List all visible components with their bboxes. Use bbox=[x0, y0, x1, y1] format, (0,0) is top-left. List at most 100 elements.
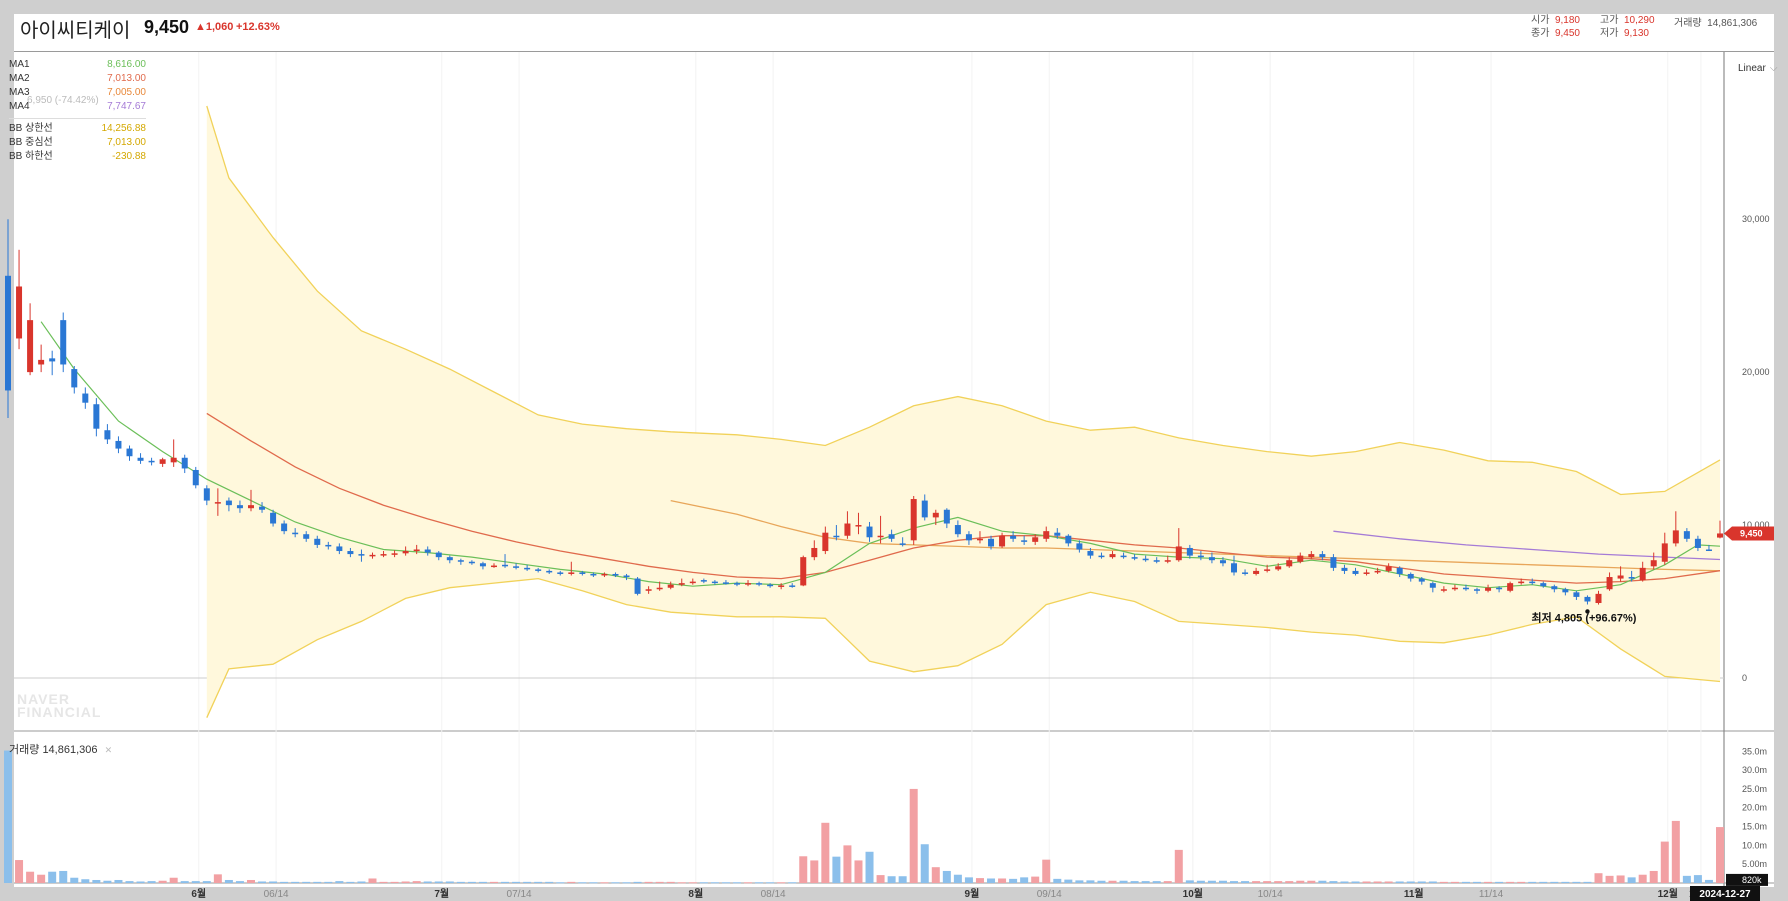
volume-value: 14,861,306 bbox=[1707, 18, 1758, 29]
volume-tick-label: 20.0m bbox=[1742, 803, 1767, 813]
volume-bar bbox=[235, 881, 244, 883]
volume-bar bbox=[1009, 878, 1018, 883]
candle-body bbox=[1496, 587, 1503, 590]
bb-upper-label: BB 상한선 bbox=[9, 123, 53, 134]
candle-body bbox=[1407, 573, 1414, 579]
volume-bar bbox=[821, 822, 830, 883]
candle-body bbox=[137, 457, 144, 461]
volume-bar bbox=[942, 870, 951, 883]
candle-body bbox=[5, 275, 11, 391]
candle-body bbox=[767, 584, 774, 587]
volume-bar bbox=[567, 881, 576, 883]
open-value: 9,180 bbox=[1554, 15, 1580, 26]
volume-bar bbox=[1119, 880, 1128, 883]
volume-bar bbox=[622, 882, 631, 884]
volume-bar bbox=[1682, 875, 1691, 883]
candle-body bbox=[1672, 530, 1679, 544]
close-icon[interactable]: ✕ bbox=[105, 745, 113, 755]
candle-body bbox=[446, 557, 453, 561]
volume-bar bbox=[1318, 880, 1327, 883]
candle-body bbox=[579, 572, 586, 574]
candle-body bbox=[800, 557, 807, 586]
candle-body bbox=[259, 506, 266, 510]
volume-bar bbox=[246, 879, 255, 883]
candle-body bbox=[1308, 554, 1315, 558]
x-tick-label: 7월 bbox=[434, 888, 449, 900]
last-price-tag-label: 9,450 bbox=[1740, 528, 1763, 538]
volume-bar bbox=[368, 878, 377, 883]
volume-bar bbox=[1196, 880, 1205, 883]
candle-body bbox=[281, 523, 288, 532]
candle-body bbox=[1021, 540, 1028, 542]
volume-bar bbox=[1716, 827, 1724, 883]
x-tick-label: 09/14 bbox=[1037, 889, 1062, 900]
x-tick-label: 11/14 bbox=[1479, 889, 1504, 900]
volume-bar bbox=[1384, 881, 1393, 883]
candle-body bbox=[1253, 570, 1260, 574]
volume-bar bbox=[1605, 875, 1614, 883]
volume-bar bbox=[534, 881, 543, 883]
volume-bar bbox=[1627, 877, 1636, 883]
candle-body bbox=[1628, 577, 1635, 579]
candle-body bbox=[623, 575, 630, 578]
volume-bar bbox=[1130, 881, 1139, 883]
candle-body bbox=[1208, 557, 1215, 561]
candle-body bbox=[1485, 587, 1492, 591]
volume-bar bbox=[1638, 874, 1647, 883]
candle-body bbox=[932, 512, 939, 518]
bollinger-band-fill bbox=[206, 106, 1720, 718]
candle-body bbox=[270, 512, 277, 524]
scale-toggle-button[interactable]: Linear ⌵ bbox=[1738, 63, 1777, 74]
volume-bar bbox=[26, 871, 35, 883]
volume-tick-label: 10.0m bbox=[1742, 840, 1767, 850]
candle-body bbox=[1650, 560, 1657, 567]
candle-body bbox=[479, 563, 486, 567]
candle-body bbox=[1551, 586, 1558, 590]
volume-bar bbox=[114, 879, 123, 883]
candle-body bbox=[1363, 572, 1370, 574]
volume-bar bbox=[269, 881, 278, 883]
candle-body bbox=[1010, 535, 1017, 539]
candle-body bbox=[1098, 555, 1105, 558]
volume-bar bbox=[699, 882, 708, 884]
volume-bar bbox=[280, 881, 289, 883]
legend-ma1: MA1 8,616.00 bbox=[9, 58, 146, 72]
y-tick-label: 0 bbox=[1742, 673, 1747, 683]
candle-body bbox=[976, 538, 983, 541]
candle-body bbox=[568, 572, 575, 574]
candle-body bbox=[1462, 587, 1469, 590]
volume-bar bbox=[1550, 881, 1559, 883]
volume-tick-label: 35.0m bbox=[1742, 746, 1767, 756]
low-value: 9,130 bbox=[1623, 28, 1649, 39]
candle-body bbox=[1142, 558, 1149, 561]
candle-body bbox=[27, 320, 34, 373]
candle-body bbox=[590, 573, 597, 576]
volume-bar bbox=[655, 881, 664, 883]
y-tick-label: 20,000 bbox=[1742, 367, 1770, 377]
candle-body bbox=[380, 554, 387, 556]
volume-bar bbox=[1362, 881, 1371, 883]
candle-body bbox=[159, 459, 166, 464]
volume-bar bbox=[744, 882, 753, 884]
candle-body bbox=[325, 544, 332, 547]
volume-bar bbox=[644, 881, 653, 883]
volume-bar bbox=[887, 876, 896, 883]
volume-bar bbox=[81, 879, 90, 883]
ma1-value: 8,616.00 bbox=[107, 59, 146, 70]
volume-bar bbox=[1517, 881, 1526, 883]
candle-body bbox=[645, 589, 652, 591]
legend-bb-upper: BB 상한선 14,256.88 bbox=[9, 122, 146, 136]
candle-body bbox=[225, 500, 232, 506]
ma2-value: 7,013.00 bbox=[107, 73, 146, 84]
volume-bar bbox=[1263, 881, 1272, 883]
candle-body bbox=[214, 502, 221, 504]
high-value: 10,290 bbox=[1623, 15, 1655, 26]
candle-body bbox=[778, 585, 785, 587]
volume-bar bbox=[666, 881, 675, 883]
candle-body bbox=[1131, 557, 1138, 559]
volume-bar bbox=[324, 881, 333, 883]
volume-bar bbox=[1340, 881, 1349, 883]
price-chart[interactable]: 010,00020,00030,000최저 4,805 (+96.67%)9,4… bbox=[0, 0, 1788, 901]
volume-bar bbox=[1495, 881, 1504, 883]
volume-bar bbox=[1064, 879, 1073, 883]
